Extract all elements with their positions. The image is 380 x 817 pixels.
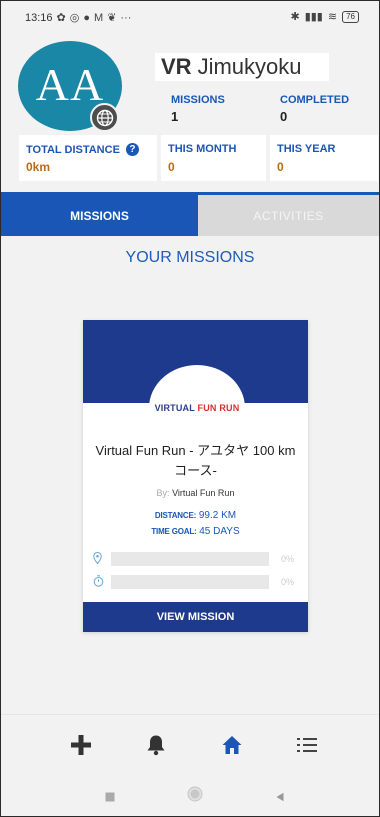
organizer-label: By: [156,488,170,498]
signal-icon: ▮▮▮ [304,11,323,23]
time-progress-bar [111,575,269,589]
time-goal-label: TIME GOAL: [151,527,197,536]
view-mission-button[interactable]: VIEW MISSION [83,602,308,632]
mission-organizer: By: Virtual Fun Run [83,488,308,498]
back-system-icon[interactable] [275,789,285,807]
tab-bar: MISSIONS ACTIVITIES [1,192,379,236]
missions-count-value: 1 [171,109,179,124]
total-distance-card: TOTAL DISTANCE ? 0km [19,135,157,181]
logo-text-virtual: VIRTUAL [154,403,195,413]
total-distance-label: TOTAL DISTANCE [26,143,120,156]
mail-icon: M [94,11,104,24]
profile-header: AA VR Jimukyoku MISSIONS 1 COMPLETED 0 [1,31,379,133]
system-nav-bar [1,774,379,816]
chat-icon: ● [83,11,91,24]
this-year-label: THIS YEAR [277,143,336,155]
notification-icon: ◎ [69,12,80,24]
home-icon[interactable] [218,733,246,757]
this-year-value: 0 [277,160,284,174]
this-month-value: 0 [168,160,175,174]
distance-label: DISTANCE: [154,511,197,520]
organizer-value: Virtual Fun Run [172,488,235,498]
stats-row: TOTAL DISTANCE ? 0km THIS MONTH 0 THIS Y… [19,135,379,181]
this-month-card: THIS MONTH 0 [161,135,266,181]
plus-icon[interactable] [67,733,95,757]
total-distance-value: 0km [26,160,51,174]
tab-missions[interactable]: MISSIONS [1,195,198,236]
completed-count-value: 0 [280,109,288,124]
location-pin-icon [93,551,105,566]
bluetooth-icon: ✱ [290,11,300,23]
this-month-label: THIS MONTH [168,143,237,155]
time-progress-row: 0% [93,575,303,589]
section-title: YOUR MISSIONS [125,249,255,266]
stopwatch-icon [93,575,105,589]
completed-count-label: COMPLETED [280,94,350,106]
notification-icon: ❦ [107,12,117,24]
battery-icon: 76 [342,10,359,23]
globe-icon[interactable] [90,103,119,132]
mission-logo: · · · · · · · · · VIRTUAL FUN RUN · · · … [149,365,245,451]
wifi-icon: ≋ [327,11,338,23]
mission-title: Virtual Fun Run - アユタヤ 100 km コース- [95,443,296,478]
more-notifications-icon: ··· [120,11,132,24]
help-icon[interactable]: ? [125,143,139,156]
distance-value: 99.2 KM [198,510,237,521]
mission-card[interactable]: · · · · · · · · · VIRTUAL FUN RUN · · · … [83,320,308,632]
time-progress-percent: 0% [281,577,295,587]
user-name-rest: Jimukyoku [197,54,302,79]
user-name: VR Jimukyoku [155,53,329,81]
app-screen: 13:16 ✿ ◎ ● M ❦ ··· ✱ ▮▮▮ ≋ 76 AA VR Jim… [0,0,380,817]
tab-activities[interactable]: ACTIVITIES [198,195,379,236]
recent-apps-icon[interactable] [105,789,115,807]
avatar-initials: AA [35,58,105,110]
bottom-nav [1,714,379,774]
logo-text-funrun: FUN RUN [197,403,240,413]
bell-icon[interactable] [142,733,170,757]
notification-icon: ✿ [56,12,66,24]
distance-progress-row: 0% [93,551,303,566]
menu-icon[interactable] [293,733,321,757]
mission-time-goal: TIME GOAL: 45 DAYS [83,526,308,537]
status-time: 13:16 [25,11,53,24]
mission-distance: DISTANCE: 99.2 KM [83,510,308,521]
distance-progress-bar [111,552,269,566]
time-goal-value: 45 DAYS [199,526,240,537]
user-name-bold: VR [161,54,192,79]
status-bar: 13:16 ✿ ◎ ● M ❦ ··· ✱ ▮▮▮ ≋ 76 [1,1,379,31]
this-year-card: THIS YEAR 0 [270,135,378,181]
distance-progress-percent: 0% [281,554,295,564]
missions-count-label: MISSIONS [171,94,225,106]
home-system-icon[interactable] [187,786,203,807]
